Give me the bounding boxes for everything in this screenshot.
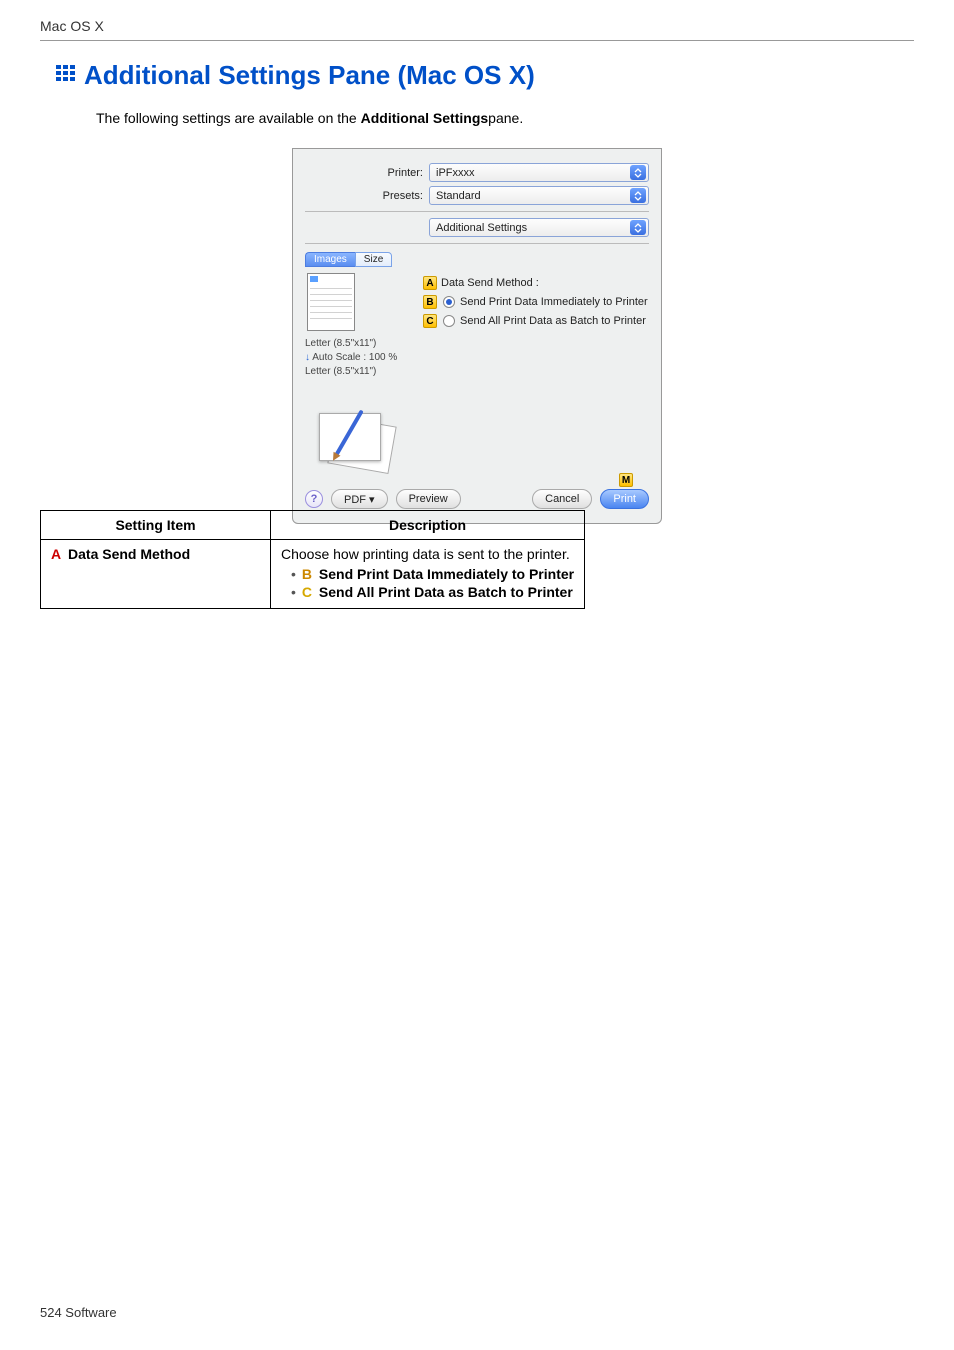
presets-select[interactable]: Standard bbox=[429, 186, 649, 205]
chevron-updown-icon bbox=[630, 165, 646, 180]
print-dialog: Printer: iPFxxxx Presets: Standard Addit… bbox=[292, 148, 662, 524]
marker-b: B bbox=[423, 295, 437, 309]
page-thumbnail bbox=[307, 273, 355, 331]
page-title: Additional Settings Pane (Mac OS X) bbox=[84, 60, 535, 91]
help-button[interactable]: ? bbox=[305, 490, 323, 508]
col-header-description: Description bbox=[271, 511, 585, 540]
preview-button[interactable]: Preview bbox=[396, 489, 461, 509]
tab-size[interactable]: Size bbox=[355, 252, 392, 267]
cell-setting-item: A Data Send Method bbox=[41, 540, 271, 609]
radio-send-batch-label: Send All Print Data as Batch to Printer bbox=[460, 315, 646, 327]
intro-post: pane. bbox=[488, 110, 523, 126]
bullet-icon: • bbox=[291, 584, 296, 600]
intro-pre: The following settings are available on … bbox=[96, 110, 361, 126]
paper-line-1: Letter (8.5"x11") bbox=[305, 337, 415, 351]
grid-icon bbox=[56, 65, 78, 86]
divider bbox=[305, 211, 649, 212]
preview-column: Images Size Letter (8.5"x11") ↓ Auto Sca… bbox=[305, 252, 415, 477]
letter-b: B bbox=[302, 566, 312, 582]
chevron-updown-icon bbox=[630, 188, 646, 203]
printer-select[interactable]: iPFxxxx bbox=[429, 163, 649, 182]
printer-label: Printer: bbox=[305, 167, 423, 179]
letter-a: A bbox=[51, 546, 61, 562]
tab-images[interactable]: Images bbox=[305, 252, 355, 267]
option-b-text: Send Print Data Immediately to Printer bbox=[319, 566, 574, 582]
cell-description: Choose how printing data is sent to the … bbox=[271, 540, 585, 609]
presets-label: Presets: bbox=[305, 190, 423, 202]
page-footer: 524 Software bbox=[40, 1305, 117, 1320]
marker-m: M bbox=[619, 473, 633, 487]
pane-row: Additional Settings bbox=[305, 218, 649, 237]
settings-table: Setting Item Description A Data Send Met… bbox=[40, 510, 585, 609]
presets-row: Presets: Standard bbox=[305, 186, 649, 205]
radio-send-immediately-label: Send Print Data Immediately to Printer bbox=[460, 296, 648, 308]
paper-line-3: Letter (8.5"x11") bbox=[305, 365, 415, 379]
printer-row: Printer: iPFxxxx bbox=[305, 163, 649, 182]
description-line-1: Choose how printing data is sent to the … bbox=[281, 546, 574, 562]
down-arrow-icon: ↓ bbox=[305, 352, 310, 363]
divider bbox=[305, 243, 649, 244]
pen-paper-illustration bbox=[313, 409, 403, 477]
option-c-text: Send All Print Data as Batch to Printer bbox=[319, 584, 573, 600]
header-rule bbox=[40, 40, 914, 41]
tab-strip: Images Size bbox=[305, 252, 415, 267]
cancel-button[interactable]: Cancel bbox=[532, 489, 592, 509]
intro-text: The following settings are available on … bbox=[96, 110, 523, 126]
radio-send-immediately[interactable] bbox=[443, 296, 455, 308]
pane-select[interactable]: Additional Settings bbox=[429, 218, 649, 237]
pane-select-value: Additional Settings bbox=[436, 222, 527, 234]
intro-bold: Additional Settings bbox=[361, 110, 489, 126]
table-row: A Data Send Method Choose how printing d… bbox=[41, 540, 585, 609]
printer-select-value: iPFxxxx bbox=[436, 167, 475, 179]
letter-c: C bbox=[302, 584, 312, 600]
bullet-icon: • bbox=[291, 566, 296, 582]
presets-select-value: Standard bbox=[436, 190, 481, 202]
marker-a: A bbox=[423, 276, 437, 290]
paper-info: Letter (8.5"x11") ↓ Auto Scale : 100 % L… bbox=[305, 337, 415, 379]
panel-body: Images Size Letter (8.5"x11") ↓ Auto Sca… bbox=[305, 252, 649, 477]
setting-item-name: Data Send Method bbox=[68, 546, 190, 562]
marker-c: C bbox=[423, 314, 437, 328]
paper-line-2: Auto Scale : 100 % bbox=[312, 352, 397, 363]
print-button[interactable]: Print bbox=[600, 489, 649, 509]
page-title-row: Additional Settings Pane (Mac OS X) bbox=[56, 60, 535, 91]
page-header-section: Mac OS X bbox=[40, 18, 104, 34]
chevron-updown-icon bbox=[630, 220, 646, 235]
radio-column: A Data Send Method : B Send Print Data I… bbox=[423, 252, 649, 477]
pdf-button[interactable]: PDF ▾ bbox=[331, 489, 388, 509]
col-header-item: Setting Item bbox=[41, 511, 271, 540]
data-send-method-label: Data Send Method : bbox=[441, 277, 539, 289]
radio-send-batch[interactable] bbox=[443, 315, 455, 327]
dialog-button-row: ? PDF ▾ Preview Cancel Print M bbox=[305, 489, 649, 509]
